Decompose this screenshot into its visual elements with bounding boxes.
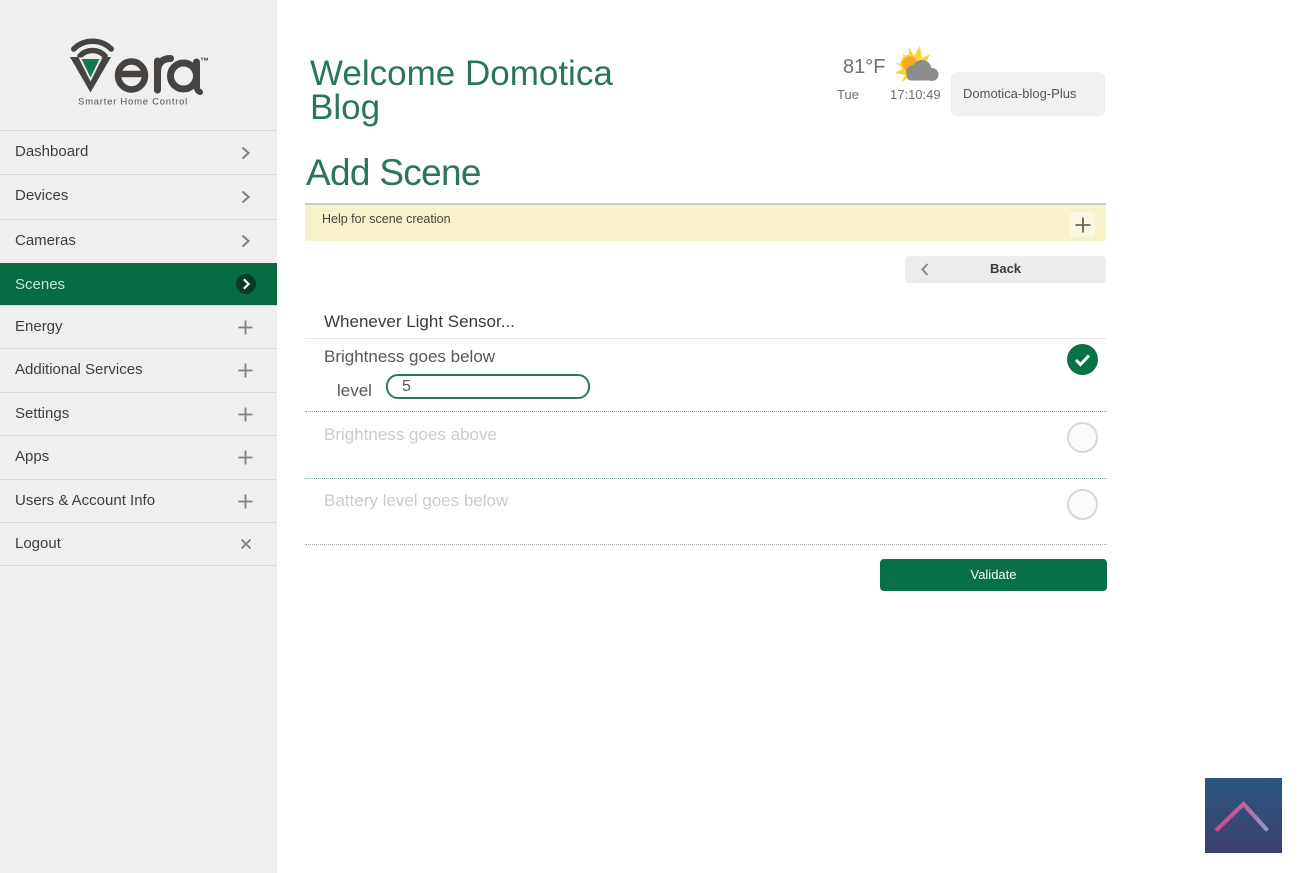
svg-text:™: ™	[200, 56, 209, 66]
svg-text:Smarter Home Control: Smarter Home Control	[78, 97, 188, 108]
